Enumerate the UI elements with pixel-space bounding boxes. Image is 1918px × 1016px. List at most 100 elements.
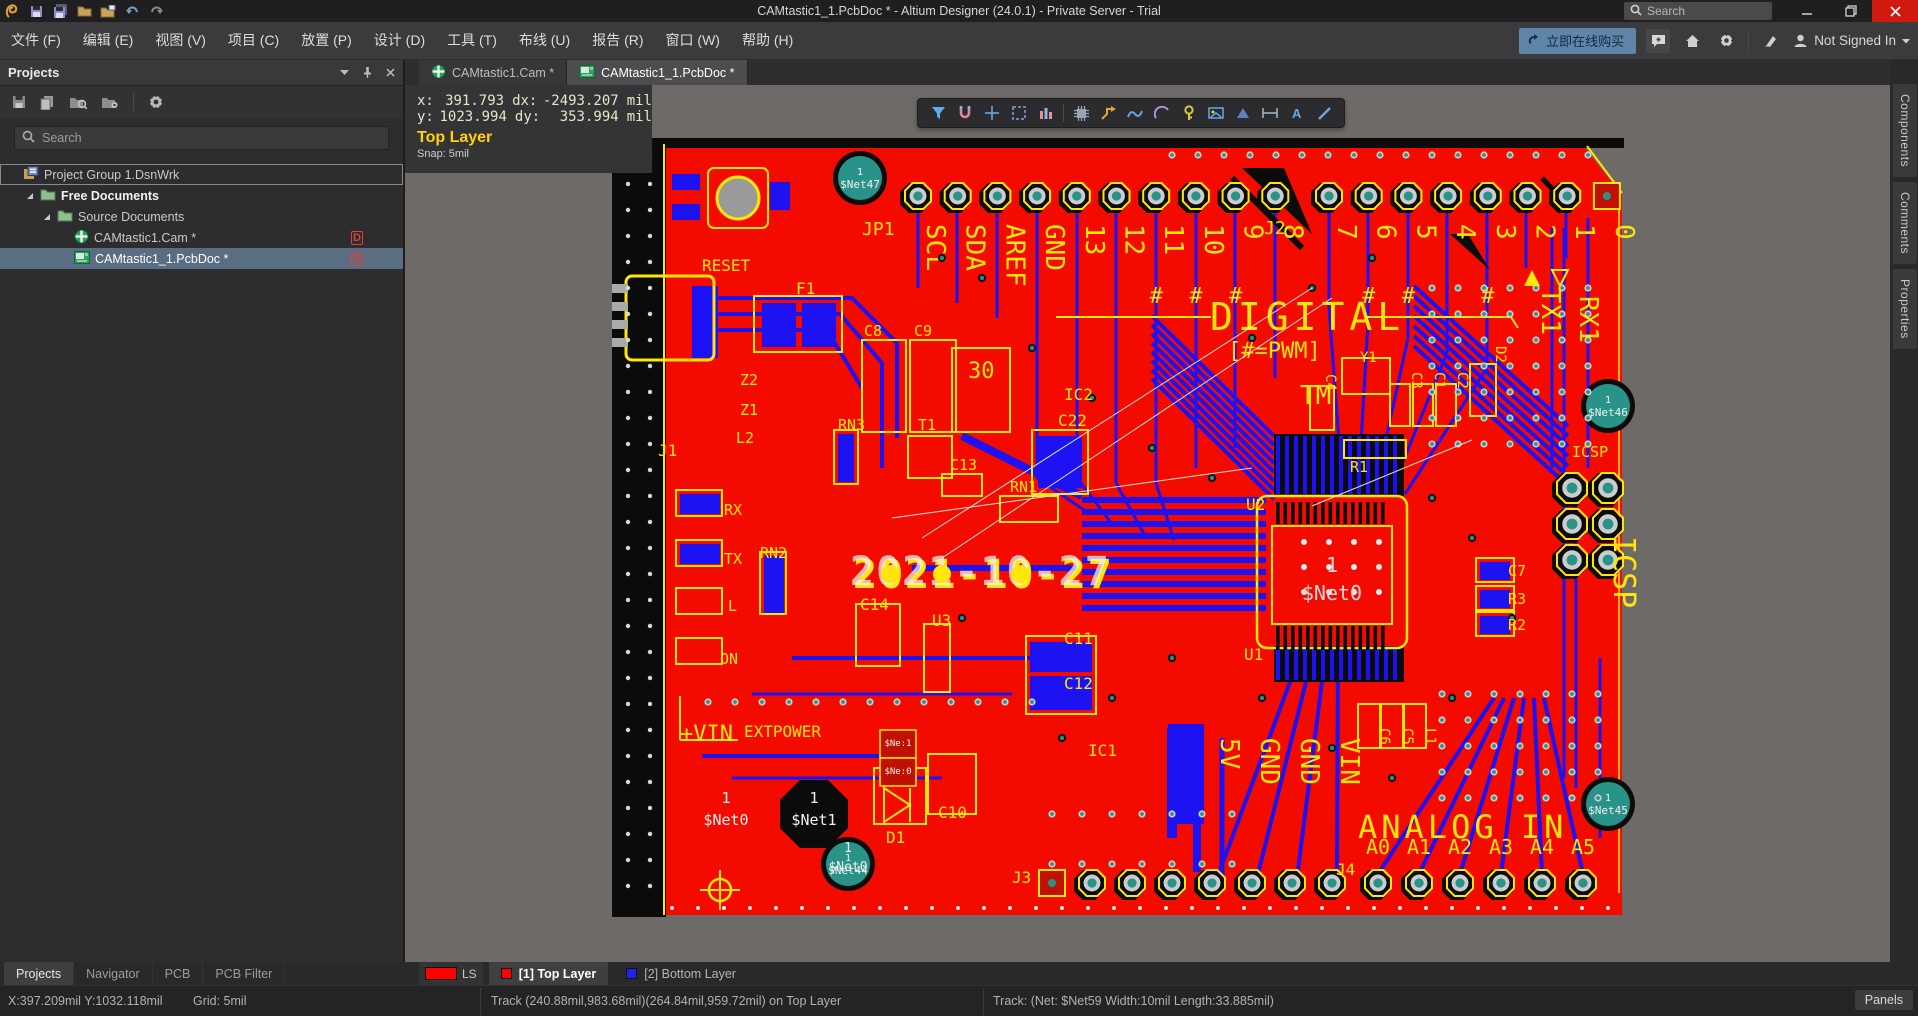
right-tab-components[interactable]: Components <box>1893 84 1917 177</box>
layer-set-chip[interactable]: LS <box>419 962 483 985</box>
bottom-tab-4[interactable]: PCB Filter <box>203 962 285 985</box>
home-icon[interactable] <box>1680 29 1704 53</box>
menu-item-2[interactable]: 编辑 (E) <box>72 22 145 59</box>
comment-add-icon[interactable] <box>1646 29 1670 53</box>
svg-text:$Net0: $Net0 <box>1302 581 1362 605</box>
svg-text:Z1: Z1 <box>740 401 758 419</box>
panel-dropdown-icon[interactable] <box>340 69 349 76</box>
components-icon[interactable] <box>1071 103 1091 123</box>
settings-gear-icon[interactable] <box>148 94 164 110</box>
route-icon[interactable] <box>1098 103 1118 123</box>
buy-online-button[interactable]: 立即在线购买 <box>1519 28 1636 54</box>
tree-item-3[interactable]: Source Documents <box>0 206 403 227</box>
svg-text:J3: J3 <box>1012 868 1031 887</box>
undo-icon[interactable] <box>120 0 144 22</box>
person-icon <box>1793 33 1808 48</box>
open-icon[interactable] <box>72 0 96 22</box>
svg-text:C4: C4 <box>1322 374 1338 391</box>
svg-text:11: 11 <box>1158 224 1188 255</box>
menu-item-8[interactable]: 布线 (U) <box>508 22 581 59</box>
document-tab-1[interactable]: CAMtastic1.Cam * <box>419 60 567 85</box>
refresh-icon <box>1527 34 1540 47</box>
menu-item-9[interactable]: 报告 (R) <box>581 22 654 59</box>
line-icon[interactable] <box>1314 103 1334 123</box>
redo-icon[interactable] <box>144 0 168 22</box>
tree-item-1[interactable]: Project Group 1.DsnWrk <box>0 164 403 185</box>
svg-text:ANALOG IN: ANALOG IN <box>1358 808 1567 846</box>
svg-text:1: 1 <box>1605 793 1611 804</box>
folder-search-icon[interactable] <box>69 95 87 109</box>
svg-text:DIGITAL: DIGITAL <box>1210 295 1405 339</box>
svg-text:A5: A5 <box>1571 835 1595 859</box>
pcb-icon <box>579 65 595 81</box>
snap-magnet-icon[interactable] <box>955 103 975 123</box>
filter-icon[interactable] <box>928 103 948 123</box>
pcb-board[interactable]: SCLSDAAREFGND131211109876543210######5VG… <box>612 138 1642 948</box>
menu-item-7[interactable]: 工具 (T) <box>436 22 508 59</box>
restore-button[interactable] <box>1832 0 1870 22</box>
svg-text:+VIN: +VIN <box>680 722 733 747</box>
sign-in-button[interactable]: Not Signed In <box>1793 33 1910 48</box>
svg-text:2: 2 <box>1530 224 1560 240</box>
arc-icon[interactable] <box>1152 103 1172 123</box>
menu-item-3[interactable]: 视图 (V) <box>144 22 217 59</box>
svg-text:12: 12 <box>1119 224 1149 255</box>
image-icon[interactable] <box>1206 103 1226 123</box>
menu-item-5[interactable]: 放置 (P) <box>290 22 363 59</box>
right-tab-comments[interactable]: Comments <box>1893 182 1917 264</box>
right-tab-properties[interactable]: Properties <box>1893 269 1917 349</box>
via-key-icon[interactable] <box>1179 103 1199 123</box>
projects-search-input[interactable]: Search <box>14 126 389 150</box>
save-icon[interactable] <box>24 0 48 22</box>
menu-item-1[interactable]: 文件 (F) <box>0 22 72 59</box>
menu-item-6[interactable]: 设计 (D) <box>363 22 436 59</box>
svg-text:1: 1 <box>1605 395 1611 406</box>
hover-info: Track (240.88mil,983.68mil)(264.84mil,95… <box>491 994 841 1008</box>
pads-icon[interactable] <box>1036 103 1056 123</box>
track-icon[interactable] <box>1125 103 1145 123</box>
svg-text:1: 1 <box>857 167 863 178</box>
copy-documents-icon[interactable] <box>40 95 55 110</box>
string-icon[interactable]: A <box>1287 103 1307 123</box>
altium-logo-icon <box>0 0 24 22</box>
selection-icon[interactable] <box>1009 103 1029 123</box>
gear-icon[interactable] <box>1714 29 1738 53</box>
bottom-tab-3[interactable]: PCB <box>153 962 204 985</box>
minimize-button[interactable] <box>1788 0 1826 22</box>
menu-item-4[interactable]: 项目 (C) <box>217 22 290 59</box>
save-all-icon[interactable] <box>48 0 72 22</box>
document-tab-2[interactable]: CAMtastic1_1.PcbDoc * <box>567 60 747 85</box>
panels-button[interactable]: Panels <box>1855 990 1913 1010</box>
svg-text:GND: GND <box>1254 738 1284 785</box>
folder-icon <box>57 209 73 225</box>
panel-close-icon[interactable] <box>386 68 395 77</box>
tree-item-4[interactable]: CAMtastic1.Cam *D <box>0 227 403 248</box>
tree-expand-arrow[interactable] <box>42 213 52 221</box>
tree-item-5[interactable]: CAMtastic1_1.PcbDoc *D <box>0 248 403 269</box>
svg-text:GND: GND <box>1294 738 1324 785</box>
svg-text:C5: C5 <box>1399 728 1415 745</box>
svg-text:R3: R3 <box>1508 590 1526 608</box>
layer-tab-2[interactable]: [2] Bottom Layer <box>614 962 748 985</box>
dimension-icon[interactable] <box>1260 103 1280 123</box>
tree-expand-arrow[interactable] <box>25 192 35 200</box>
tree-item-2[interactable]: Free Documents <box>0 185 403 206</box>
menu-item-11[interactable]: 帮助 (H) <box>731 22 804 59</box>
global-search-input[interactable]: Search <box>1624 2 1772 20</box>
svg-text:$Net47: $Net47 <box>840 178 880 191</box>
bottom-tab-2[interactable]: Navigator <box>74 962 153 985</box>
pcb-canvas[interactable]: x:391.793 dx:-2493.207 mil y:1023.994 dy… <box>405 85 1890 962</box>
bottom-tab-1[interactable]: Projects <box>4 962 74 985</box>
layer-tab-1[interactable]: [1] Top Layer <box>489 962 609 985</box>
crosshair-icon[interactable] <box>982 103 1002 123</box>
close-button[interactable] <box>1872 0 1918 22</box>
save-icon[interactable] <box>12 95 26 109</box>
open-project-icon[interactable] <box>96 0 120 22</box>
folder-settings-icon[interactable] <box>101 95 119 109</box>
menu-item-10[interactable]: 窗口 (W) <box>655 22 731 59</box>
brush-icon[interactable] <box>1759 29 1783 53</box>
svg-text:C10: C10 <box>938 803 967 822</box>
right-panel-strip: Components Comments Properties <box>1890 60 1918 985</box>
polygon-icon[interactable] <box>1233 103 1253 123</box>
pin-icon[interactable] <box>363 67 372 78</box>
